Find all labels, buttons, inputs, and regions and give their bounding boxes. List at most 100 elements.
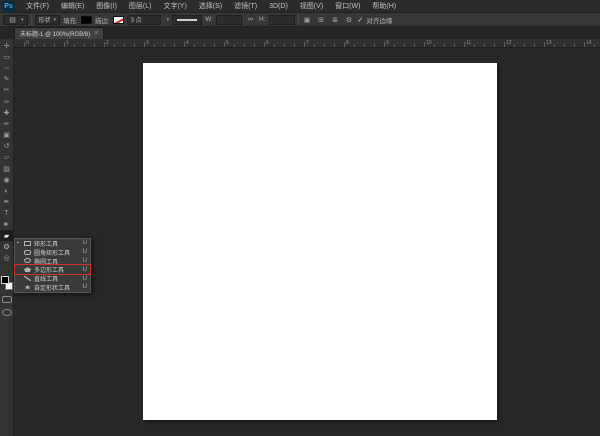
menu-item[interactable]: 编辑(E) <box>55 0 90 13</box>
dodge-tool[interactable]: ◐ <box>0 185 13 196</box>
flyout-menu-item[interactable]: ▪ 矩形工具 U <box>15 239 90 248</box>
stroke-width-input[interactable]: 3 点 <box>126 14 161 25</box>
zoom-tool[interactable]: ◎ <box>0 253 13 264</box>
divider <box>30 14 32 25</box>
healing-brush-tool[interactable]: ✚ <box>0 107 13 118</box>
menu-item[interactable]: 文字(Y) <box>157 0 192 13</box>
hand-tool[interactable]: ✪ <box>0 241 13 252</box>
path-alignment-icon[interactable]: ⊞ <box>316 16 327 24</box>
ruler-number: 11 <box>466 39 472 46</box>
history-brush-tool[interactable]: ↺ <box>0 141 13 152</box>
eraser-tool[interactable]: ▱ <box>0 152 13 163</box>
menu-items: 文件(F) 编辑(E) 图像(I) 图层(L) 文字(Y) 选择(S) 滤镜(T) 3D(D)… <box>20 0 402 13</box>
path-arrangement-icon[interactable]: ≣ <box>330 16 341 24</box>
shape-mode-dropdown[interactable]: 形状 ▾ <box>34 14 61 25</box>
align-edges-checkbox[interactable]: ✓ <box>358 16 364 24</box>
ruler-tick <box>194 44 195 47</box>
ruler-tick <box>234 44 235 47</box>
ruler-tick <box>454 44 455 47</box>
chevron-down-icon[interactable]: ▾ <box>167 17 170 23</box>
stroke-color-swatch[interactable] <box>112 15 124 24</box>
ruler-tick <box>184 42 185 47</box>
ruler-tick <box>544 42 545 47</box>
tools-panel: ✛ ▭ ∽ ✎ ✂ ✑ ✚ ✏ ▣ ↺ ▱ ▨ ◉ ◐ ✒ T ► ▰ ✪ ◎ <box>0 39 14 436</box>
stroke-style-preview <box>177 18 198 21</box>
brush-tool[interactable]: ✏ <box>0 118 13 129</box>
ruler-tick <box>384 42 385 47</box>
stroke-style-dropdown[interactable] <box>172 14 203 25</box>
blur-tool[interactable]: ◉ <box>0 174 13 185</box>
shape-width-input[interactable] <box>216 14 243 25</box>
menu-item[interactable]: 滤镜(T) <box>228 0 263 13</box>
menu-item[interactable]: 选择(S) <box>193 0 228 13</box>
ruler-tick <box>284 44 285 47</box>
ruler-number: 2 <box>106 39 109 46</box>
ruler-number: 3 <box>146 39 149 46</box>
flyout-item-shortcut: U <box>82 257 87 264</box>
shape-mode-value: 形状 <box>38 18 51 24</box>
ruler-tick <box>324 44 325 47</box>
menu-item[interactable]: 图像(I) <box>90 0 123 13</box>
flyout-item-label: 圆角矩形工具 <box>34 250 71 257</box>
flyout-item-label: 矩形工具 <box>34 241 59 248</box>
pen-tool[interactable]: ✒ <box>0 197 13 208</box>
lasso-tool[interactable]: ∽ <box>0 62 13 73</box>
gear-icon[interactable]: ⚙ <box>344 16 355 24</box>
flyout-menu-item[interactable]: ▪ 自定形状工具 U <box>15 283 90 292</box>
flyout-menu-item[interactable]: ▪ 椭圆工具 U <box>15 257 90 266</box>
ruler-tick <box>104 42 105 47</box>
marquee-tool[interactable]: ▭ <box>0 51 13 62</box>
polygon-icon <box>24 267 31 273</box>
flyout-item-shortcut: U <box>82 240 87 247</box>
crop-tool[interactable]: ✂ <box>0 85 13 96</box>
flyout-item-shortcut: U <box>82 275 87 282</box>
ruler-tick <box>334 44 335 47</box>
align-edges-label: 对齐边缘 <box>366 17 393 25</box>
type-tool[interactable]: T <box>0 208 13 219</box>
eyedropper-tool[interactable]: ✑ <box>0 96 13 107</box>
menu-item[interactable]: 窗口(W) <box>329 0 366 13</box>
flyout-menu-item[interactable]: ▪ 直线工具 U <box>15 274 90 283</box>
menu-item[interactable]: 视图(V) <box>294 0 329 13</box>
rectangle-icon <box>24 240 31 246</box>
flyout-menu-item[interactable]: ▪ 多边形工具 U <box>15 265 90 274</box>
ruler-tick <box>74 44 75 47</box>
menu-item[interactable]: 3D(D) <box>263 0 294 13</box>
document-canvas[interactable] <box>143 63 497 420</box>
ruler-number: 7 <box>306 39 309 46</box>
ruler-tick <box>144 42 145 47</box>
divider <box>297 14 299 25</box>
document-tab[interactable]: 未标题-1 @ 100%(RGB/8) × <box>14 27 105 39</box>
link-dimensions-icon[interactable]: ∞ <box>245 16 256 23</box>
quick-mask-button[interactable] <box>1 295 12 303</box>
width-label: W: <box>205 16 214 23</box>
menu-item[interactable]: 文件(F) <box>20 0 55 13</box>
ruler-tick <box>464 42 465 47</box>
flyout-menu-item[interactable]: ▪ 圆角矩形工具 U <box>15 248 90 257</box>
quick-selection-tool[interactable]: ✎ <box>0 74 13 85</box>
ruler-tick <box>584 42 585 47</box>
fill-color-swatch[interactable] <box>80 15 92 24</box>
tool-preset-picker[interactable]: ▤ ▾ <box>3 14 28 25</box>
flyout-item-label: 椭圆工具 <box>34 259 59 266</box>
close-icon[interactable]: × <box>94 30 98 37</box>
ruler-tick <box>574 44 575 47</box>
foreground-color-swatch[interactable] <box>0 275 9 284</box>
gradient-tool[interactable]: ▨ <box>0 163 13 174</box>
ruler-tick <box>34 44 35 47</box>
clone-stamp-tool[interactable]: ▣ <box>0 130 13 141</box>
canvas-pasteboard[interactable] <box>14 48 600 436</box>
ruler-tick <box>524 44 525 47</box>
menu-item[interactable]: 帮助(H) <box>366 0 402 13</box>
ruler-tick <box>304 42 305 47</box>
move-tool[interactable]: ✛ <box>0 40 13 51</box>
color-swatches <box>0 275 13 290</box>
path-selection-tool[interactable]: ► <box>0 219 13 230</box>
menu-item[interactable]: 图层(L) <box>123 0 158 13</box>
shape-tool[interactable]: ▰ <box>0 230 13 242</box>
shape-height-input[interactable] <box>268 14 295 25</box>
ruler-tick <box>494 44 495 47</box>
path-operations-icon[interactable]: ▣ <box>302 16 313 24</box>
ruler-tick <box>44 44 45 47</box>
screen-mode-button[interactable] <box>1 308 12 316</box>
